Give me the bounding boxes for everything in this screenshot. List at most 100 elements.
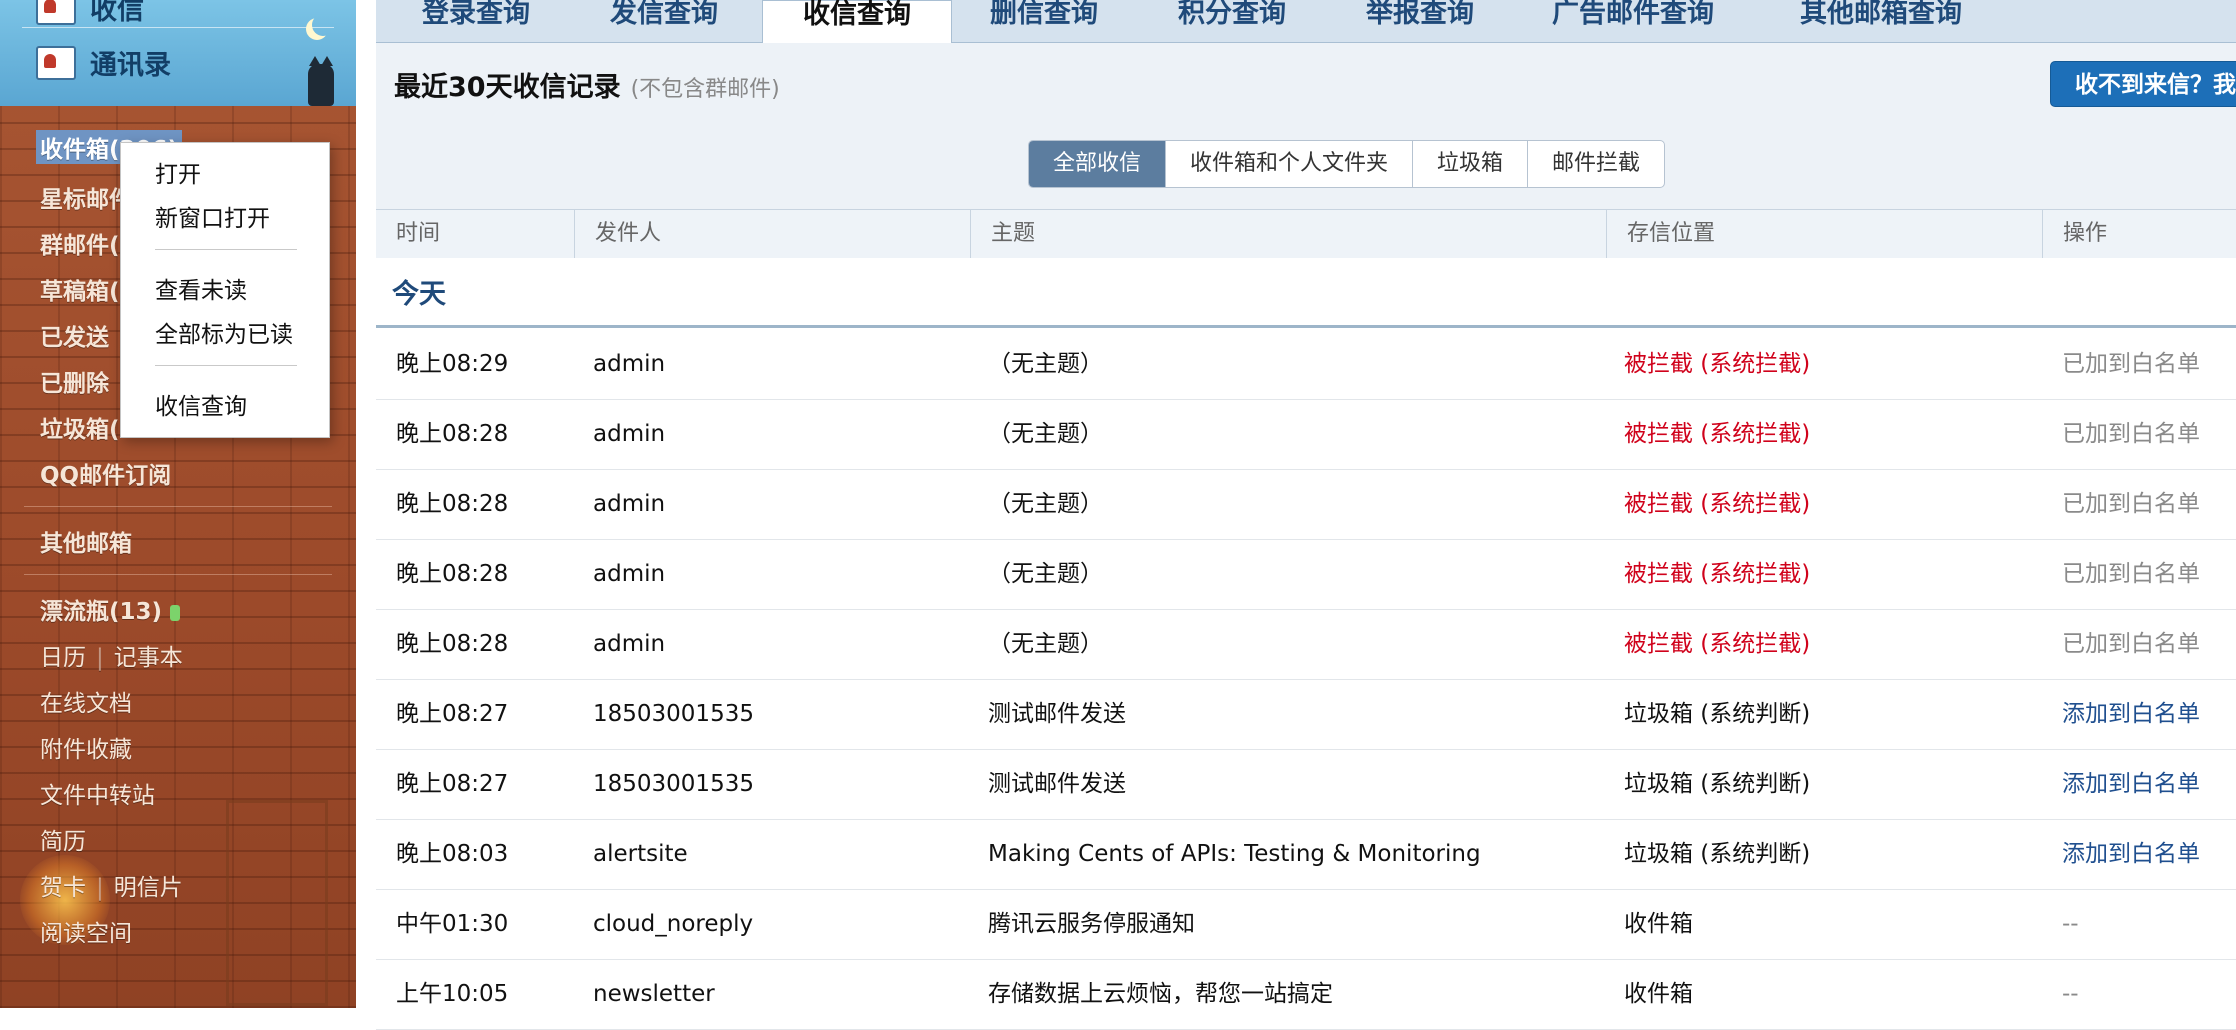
table-row[interactable]: 晚上08:27 18503001535 测试邮件发送 垃圾箱 (系统判断) 添加到白名单	[376, 679, 2236, 750]
cell-sender: alertsite	[593, 841, 688, 867]
divider	[22, 27, 334, 28]
drift-bottle-link[interactable]: 漂流瓶(13)	[40, 592, 181, 626]
cell-subject: （无主题）	[988, 631, 1103, 657]
column-header-action: 操作	[2042, 210, 2236, 258]
folder-qq-subscriptions[interactable]: QQ邮件订阅	[40, 456, 171, 490]
attachments-link[interactable]: 附件收藏	[40, 730, 132, 764]
cell-subject: 腾讯云服务停服通知	[988, 911, 1195, 937]
cell-time: 晚上08:28	[396, 631, 509, 657]
cell-action-status: 已加到白名单	[2062, 561, 2200, 587]
filter-all[interactable]: 全部收信	[1029, 141, 1166, 187]
table-row[interactable]: 晚上08:28 admin （无主题） 被拦截 (系统拦截) 已加到白名单	[376, 609, 2236, 680]
cell-subject: （无主题）	[988, 421, 1103, 447]
notebook-link[interactable]: 记事本	[114, 645, 183, 671]
cell-location: 被拦截 (系统拦截)	[1624, 561, 1811, 587]
drift-bottle-label: 漂流瓶(13)	[40, 599, 163, 625]
cell-subject: （无主题）	[988, 561, 1103, 587]
add-to-whitelist-link[interactable]: 添加到白名单	[2062, 749, 2200, 819]
cell-time: 晚上08:29	[396, 351, 509, 377]
table-row[interactable]: 上午10:05 newsletter 存储数据上云烦恼，帮您一站搞定 收件箱 --	[376, 959, 2236, 1030]
postcard-link[interactable]: 明信片	[114, 875, 183, 901]
filter-trash[interactable]: 垃圾箱	[1412, 141, 1527, 187]
menu-item-mark-all-read[interactable]: 全部标为已读	[155, 315, 293, 349]
page-title: 最近30天收信记录 (不包含群邮件)	[394, 65, 780, 104]
menu-item-open-new-window[interactable]: 新窗口打开	[155, 199, 270, 233]
table-row[interactable]: 晚上08:27 18503001535 测试邮件发送 垃圾箱 (系统判断) 添加到白名单	[376, 749, 2236, 820]
receive-mail-link[interactable]: 收信	[36, 0, 144, 27]
table-row[interactable]: 晚上08:28 admin （无主题） 被拦截 (系统拦截) 已加到白名单	[376, 539, 2236, 610]
column-header-subject: 主题	[970, 210, 1606, 258]
group-label-today: 今天	[392, 279, 446, 310]
tab-ad-mail-query[interactable]: 广告邮件查询	[1552, 0, 1714, 42]
tab-other-mailbox-query[interactable]: 其他邮箱查询	[1800, 0, 1962, 42]
cell-subject: （无主题）	[988, 351, 1103, 377]
online-docs-link[interactable]: 在线文档	[40, 684, 132, 718]
tab-receive-query[interactable]: 收信查询	[762, 0, 952, 44]
column-header-time: 时间	[396, 221, 441, 246]
page-title-text: 最近30天收信记录	[394, 72, 621, 103]
cell-sender: admin	[593, 491, 666, 517]
main-content: 登录查询 发信查询 收信查询 删信查询 积分查询 举报查询 广告邮件查询 其他邮…	[376, 0, 2236, 1030]
folder-starred[interactable]: 星标邮件	[40, 180, 132, 214]
calendar-notebook-row: 日历 | 记事本	[40, 638, 183, 672]
cell-action-status: 已加到白名单	[2062, 491, 2200, 517]
divider: |	[96, 645, 104, 671]
divider	[376, 325, 2236, 328]
cell-action-status: --	[2062, 911, 2079, 937]
contacts-link[interactable]: 通讯录	[36, 43, 171, 82]
tab-report-query[interactable]: 举报查询	[1366, 0, 1474, 42]
tab-bar: 登录查询 发信查询 收信查询 删信查询 积分查询 举报查询 广告邮件查询 其他邮…	[376, 0, 2236, 44]
cell-sender: newsletter	[593, 981, 715, 1007]
table-row[interactable]: 晚上08:28 admin （无主题） 被拦截 (系统拦截) 已加到白名单	[376, 399, 2236, 470]
menu-item-receive-query[interactable]: 收信查询	[155, 387, 247, 421]
divider: |	[96, 875, 104, 901]
menu-item-view-unread[interactable]: 查看未读	[155, 271, 247, 305]
add-to-whitelist-link[interactable]: 添加到白名单	[2062, 819, 2200, 889]
folder-deleted[interactable]: 已删除	[40, 364, 109, 398]
cell-sender: admin	[593, 421, 666, 447]
folder-group[interactable]: 群邮件(	[40, 226, 120, 260]
file-transfer-link[interactable]: 文件中转站	[40, 776, 155, 810]
cell-time: 晚上08:28	[396, 561, 509, 587]
table-row[interactable]: 晚上08:03 alertsite Making Cents of APIs: Te…	[376, 819, 2236, 890]
cannot-receive-help-button[interactable]: 收不到来信？我	[2050, 61, 2236, 107]
cell-subject: 存储数据上云烦恼，帮您一站搞定	[988, 981, 1333, 1007]
menu-item-open[interactable]: 打开	[155, 155, 201, 189]
table-row[interactable]: 中午01:30 cloud_noreply 腾讯云服务停服通知 收件箱 --	[376, 889, 2236, 960]
tab-send-query[interactable]: 发信查询	[610, 0, 718, 42]
receive-records-panel: 最近30天收信记录 (不包含群邮件) 收不到来信？我 全部收信 收件箱和个人文件夹…	[376, 43, 2236, 1030]
receive-mail-label: 收信	[90, 0, 144, 26]
resume-link[interactable]: 简历	[40, 822, 86, 856]
reading-space-link[interactable]: 阅读空间	[40, 914, 132, 948]
cell-location: 被拦截 (系统拦截)	[1624, 491, 1811, 517]
other-mailbox-link[interactable]: 其他邮箱	[40, 524, 132, 558]
cell-subject: 测试邮件发送	[988, 701, 1126, 727]
table-header: 时间 发件人 主题 存信位置 操作	[376, 209, 2236, 259]
table-row[interactable]: 晚上08:29 admin （无主题） 被拦截 (系统拦截) 已加到白名单	[376, 329, 2236, 400]
filter-inbox-personal[interactable]: 收件箱和个人文件夹	[1165, 141, 1412, 187]
folder-trash[interactable]: 垃圾箱(	[40, 410, 120, 444]
inbox-icon	[36, 0, 76, 25]
tab-login-query[interactable]: 登录查询	[422, 0, 530, 42]
folder-sent[interactable]: 已发送	[40, 318, 109, 352]
cat-icon	[308, 56, 334, 106]
records-table-body: 今天 晚上08:29 admin （无主题） 被拦截 (系统拦截) 已加到白名单 晚上08…	[376, 258, 2236, 1030]
cell-time: 晚上08:27	[396, 701, 509, 727]
tab-points-query[interactable]: 积分查询	[1178, 0, 1286, 42]
add-to-whitelist-link[interactable]: 添加到白名单	[2062, 679, 2200, 749]
cell-subject: （无主题）	[988, 491, 1103, 517]
cell-subject: Making Cents of APIs: Testing & Monitori…	[988, 841, 1481, 867]
tab-delete-query[interactable]: 删信查询	[990, 0, 1098, 42]
calendar-link[interactable]: 日历	[40, 645, 86, 671]
cell-location: 垃圾箱 (系统判断)	[1624, 701, 1811, 727]
window-decoration	[226, 800, 328, 1006]
filter-blocked[interactable]: 邮件拦截	[1527, 141, 1664, 187]
table-row[interactable]: 晚上08:28 admin （无主题） 被拦截 (系统拦截) 已加到白名单	[376, 469, 2236, 540]
column-header-sender: 发件人	[574, 210, 970, 258]
divider	[24, 506, 332, 507]
cell-action-status: --	[2062, 981, 2079, 1007]
folder-drafts[interactable]: 草稿箱(	[40, 272, 120, 306]
cell-action-status: 已加到白名单	[2062, 631, 2200, 657]
greeting-card-link[interactable]: 贺卡	[40, 875, 86, 901]
cell-location: 垃圾箱 (系统判断)	[1624, 841, 1811, 867]
